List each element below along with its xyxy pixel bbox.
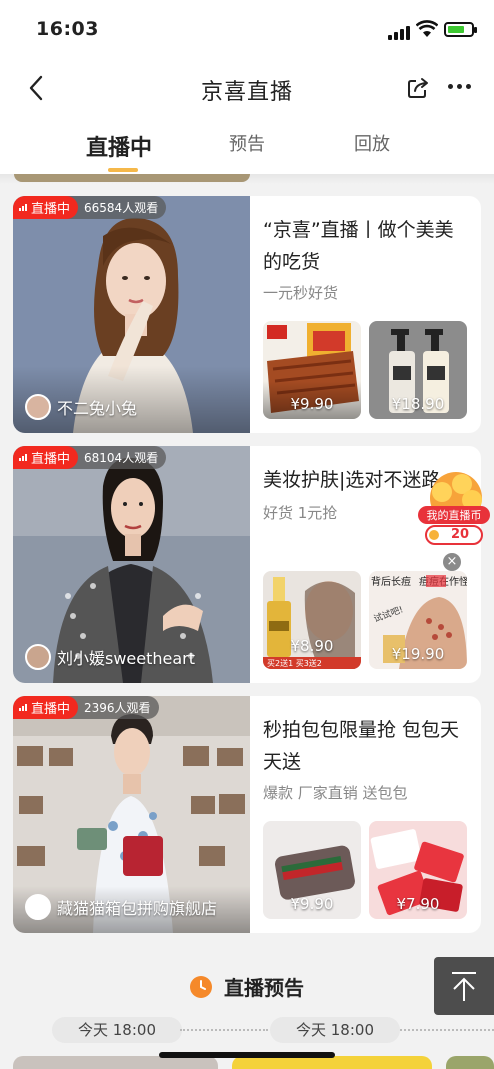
tab-preview[interactable]: 预告 xyxy=(229,130,265,156)
clock-icon xyxy=(190,975,212,998)
live-card[interactable]: 直播中 68104人观看 刘小媛sweetheart 美妆护肤|选对不迷路 好货… xyxy=(13,446,481,683)
live-bars-icon xyxy=(19,454,27,461)
tab-replay[interactable]: 回放 xyxy=(354,130,390,156)
avatar xyxy=(25,644,51,670)
viewer-count: 68104人观看 xyxy=(84,451,159,465)
avatar xyxy=(25,394,51,420)
product-thumbnail[interactable]: 买2送1 买3送2 ¥8.90 xyxy=(263,571,361,669)
tab-indicator xyxy=(108,168,138,172)
status-time: 16:03 xyxy=(36,18,99,40)
card-subtitle: 一元秒好货 xyxy=(263,284,339,302)
back-to-top-button[interactable] xyxy=(434,957,494,1015)
close-icon[interactable]: × xyxy=(443,553,461,571)
wifi-icon xyxy=(416,20,438,37)
coin-label: 我的直播币 xyxy=(426,509,482,522)
preview-time[interactable]: 今天 18:00 xyxy=(52,1017,182,1043)
product-thumbnail[interactable]: ¥7.90 xyxy=(369,821,467,919)
live-card[interactable]: 直播中 2396人观看 藏猫猫箱包拼购旗舰店 秒拍包包限量抢 包包天天送 爆款 … xyxy=(13,696,481,933)
home-indicator xyxy=(159,1052,335,1058)
live-cover: 直播中 66584人观看 不二兔小兔 xyxy=(13,196,250,433)
host-info[interactable]: 不二兔小兔 xyxy=(25,394,137,420)
status-bar: 16:03 xyxy=(0,0,494,60)
back-to-top-icon xyxy=(452,972,476,1001)
product-price: ¥9.90 xyxy=(290,895,334,913)
viewer-count: 66584人观看 xyxy=(84,201,159,215)
product-tag: 买2送1 买3送2 xyxy=(267,658,322,668)
section-title: 直播预告 xyxy=(224,976,304,1000)
product-price: ¥19.90 xyxy=(391,645,445,663)
signal-icon xyxy=(388,26,410,40)
live-card[interactable]: 直播中 66584人观看 不二兔小兔 “京喜”直播丨做个美美的吃货 一元秒好货 … xyxy=(13,196,481,433)
nav-bar: 京喜直播 xyxy=(0,60,494,116)
product-thumbnail[interactable]: ¥9.90 xyxy=(263,321,361,419)
host-name: 不二兔小兔 xyxy=(57,399,138,418)
product-price: ¥18.90 xyxy=(391,395,445,413)
host-name: 藏猫猫箱包拼购旗舰店 xyxy=(57,899,218,918)
live-bars-icon xyxy=(19,204,27,211)
card-title: “京喜”直播丨做个美美的吃货 xyxy=(263,219,454,273)
coin-count: 20 xyxy=(450,527,470,542)
preview-time[interactable]: 今天 18:00 xyxy=(270,1017,400,1043)
previous-card-peek xyxy=(14,174,250,182)
tab-bar: 直播中 预告 回放 xyxy=(0,116,494,174)
host-info[interactable]: 藏猫猫箱包拼购旗舰店 xyxy=(25,894,217,920)
product-price: ¥7.90 xyxy=(396,895,440,913)
live-badge: 直播中 68104人观看 xyxy=(13,446,167,469)
product-price: ¥8.90 xyxy=(290,637,334,655)
battery-icon xyxy=(444,22,477,37)
card-subtitle: 好货 1元抢 xyxy=(263,504,338,522)
live-badge: 直播中 2396人观看 xyxy=(13,696,159,719)
product-price: ¥9.90 xyxy=(290,395,334,413)
live-cover: 直播中 68104人观看 刘小媛sweetheart xyxy=(13,446,250,683)
host-name: 刘小媛sweetheart xyxy=(57,649,196,668)
more-icon[interactable] xyxy=(448,84,471,89)
live-badge: 直播中 66584人观看 xyxy=(13,196,167,219)
product-thumbnail[interactable]: 背后长痘痘痘在作怪试试吧! ¥19.90 xyxy=(369,571,467,669)
live-cover: 直播中 2396人观看 藏猫猫箱包拼购旗舰店 xyxy=(13,696,250,933)
tab-live[interactable]: 直播中 xyxy=(86,130,152,162)
card-subtitle: 爆款 厂家直销 送包包 xyxy=(263,784,408,802)
preview-section-header: 直播预告 xyxy=(0,972,494,1002)
product-thumbnail[interactable]: ¥9.90 xyxy=(263,821,361,919)
live-coin-widget[interactable]: 我的直播币 20 xyxy=(416,470,492,550)
share-icon[interactable] xyxy=(406,76,430,100)
product-tag: 背后长痘 xyxy=(371,575,411,588)
live-bars-icon xyxy=(19,704,27,711)
host-info[interactable]: 刘小媛sweetheart xyxy=(25,644,195,670)
card-title: 秒拍包包限量抢 包包天天送 xyxy=(263,719,460,773)
viewer-count: 2396人观看 xyxy=(84,701,151,715)
avatar xyxy=(25,894,51,920)
product-thumbnail[interactable]: ¥18.90 xyxy=(369,321,467,419)
